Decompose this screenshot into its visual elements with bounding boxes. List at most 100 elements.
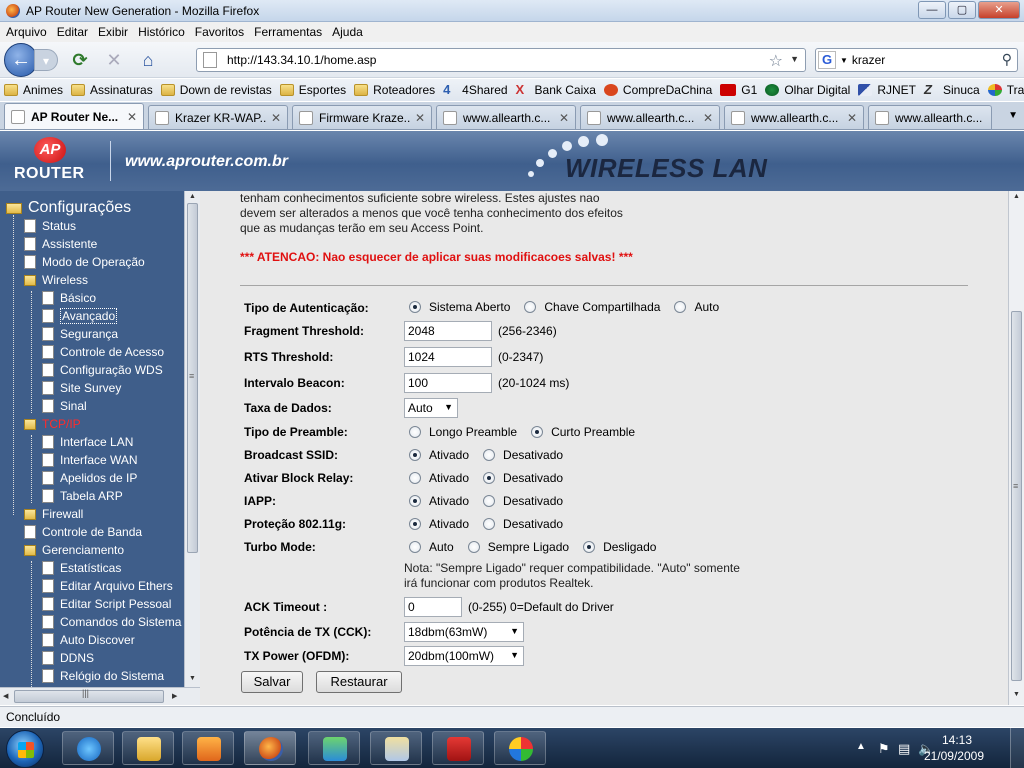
search-engine-dropdown-icon[interactable]: ▼: [840, 56, 848, 65]
scroll-up-icon[interactable]: ▲: [189, 193, 196, 200]
sidebar-item-tcpip[interactable]: TCP/IP: [24, 415, 81, 433]
main-vertical-scrollbar[interactable]: ▲ ≡ ▼: [1008, 191, 1024, 705]
sidebar-item-interface-wan[interactable]: Interface WAN: [42, 451, 138, 469]
taskbar-messenger[interactable]: [308, 731, 360, 765]
taskbar-paint[interactable]: [494, 731, 546, 765]
close-tab-icon[interactable]: ✕: [415, 111, 425, 125]
url-bar[interactable]: ☆ ▼: [196, 48, 806, 72]
maximize-button[interactable]: ▢: [948, 1, 976, 19]
data-rate-select[interactable]: Auto ▼: [404, 398, 458, 418]
search-icon[interactable]: ⚲: [1002, 51, 1012, 68]
broadcast-ssid-on-radio[interactable]: [409, 449, 421, 461]
taskbar-control-panel[interactable]: [370, 731, 422, 765]
preamble-short-radio[interactable]: [531, 426, 544, 438]
bookmark-compredachina[interactable]: CompreDaChina: [603, 83, 712, 97]
search-bar[interactable]: G ▼ ⚲: [815, 48, 1018, 72]
search-input[interactable]: [851, 53, 992, 67]
reload-icon[interactable]: ⟳: [68, 48, 92, 72]
tab-allearth-1[interactable]: www.allearth.c... ✕: [436, 105, 576, 129]
sidebar-item-ddns[interactable]: DDNS: [42, 649, 94, 667]
menu-ferramentas[interactable]: Ferramentas: [254, 25, 322, 39]
stop-icon[interactable]: ✕: [102, 48, 126, 72]
beacon-interval-input[interactable]: [404, 373, 492, 393]
google-icon[interactable]: G: [818, 51, 836, 69]
close-tab-icon[interactable]: ✕: [127, 110, 137, 124]
forward-button[interactable]: ▾: [34, 48, 58, 71]
sidebar-vertical-scrollbar[interactable]: ▲ ≡ ▼: [184, 191, 200, 687]
scroll-down-icon[interactable]: ▼: [1013, 691, 1020, 698]
protection-on-radio[interactable]: [409, 518, 421, 530]
close-tab-icon[interactable]: ✕: [847, 111, 857, 125]
tab-allearth-3[interactable]: www.allearth.c... ✕: [724, 105, 864, 129]
auth-shared-radio[interactable]: [524, 301, 537, 313]
taskbar-explorer[interactable]: [122, 731, 174, 765]
sidebar-item-gerenciamento[interactable]: Gerenciamento: [24, 541, 124, 559]
bookmark-star-icon[interactable]: ☆: [769, 51, 783, 71]
sidebar-horizontal-scrollbar[interactable]: ◀ ||| ▶: [0, 687, 200, 705]
list-all-tabs-icon[interactable]: ▼: [1008, 110, 1018, 121]
close-button[interactable]: ✕: [978, 1, 1020, 19]
turbo-always-radio[interactable]: [467, 541, 480, 553]
preamble-long-radio[interactable]: [409, 426, 421, 438]
turbo-off-radio[interactable]: [583, 541, 596, 553]
block-relay-on-radio[interactable]: [409, 472, 421, 484]
protection-off-radio[interactable]: [483, 518, 496, 530]
sidebar-item-modo-de-operacao[interactable]: Modo de Operação: [24, 253, 145, 271]
sidebar-item-avancado[interactable]: Avançado: [42, 307, 118, 325]
tab-krazer[interactable]: Krazer KR-WAP... ✕: [148, 105, 288, 129]
scroll-right-icon[interactable]: ▶: [172, 692, 177, 700]
sidebar-item-basico[interactable]: Básico: [42, 289, 96, 307]
sidebar-item-estatisticas[interactable]: Estatísticas: [42, 559, 121, 577]
start-button[interactable]: [6, 730, 44, 768]
bookmark-esportes[interactable]: Esportes: [279, 83, 346, 97]
iapp-on-radio[interactable]: [409, 495, 421, 507]
save-button[interactable]: Salvar: [241, 671, 303, 693]
bookmark-down-de-revistas[interactable]: Down de revistas: [160, 83, 272, 97]
home-icon[interactable]: ⌂: [136, 48, 160, 72]
sidebar-item-controle-de-banda[interactable]: Controle de Banda: [24, 523, 142, 541]
show-hidden-icons-icon[interactable]: ▲: [856, 741, 866, 752]
sidebar-item-site-survey[interactable]: Site Survey: [42, 379, 121, 397]
tab-ap-router[interactable]: AP Router Ne... ✕: [4, 103, 144, 129]
iapp-off-radio[interactable]: [483, 495, 496, 507]
main-scroll-thumb[interactable]: [1011, 311, 1022, 681]
sidebar-item-assistente[interactable]: Assistente: [24, 235, 97, 253]
clock-time[interactable]: 14:13: [942, 733, 972, 747]
bookmark-rjnet[interactable]: RJNET: [858, 83, 916, 97]
broadcast-ssid-off-radio[interactable]: [483, 449, 496, 461]
sidebar-item-sinal[interactable]: Sinal: [42, 397, 87, 415]
sidebar-item-wireless[interactable]: Wireless: [24, 271, 88, 289]
tx-power-ofdm-select[interactable]: 20dbm(100mW) ▼: [404, 646, 524, 666]
menu-favoritos[interactable]: Favoritos: [195, 25, 244, 39]
sidebar-item-auto-discover[interactable]: Auto Discover: [42, 631, 135, 649]
taskbar-firefox[interactable]: [244, 731, 296, 765]
sidebar-item-status[interactable]: Status: [24, 217, 76, 235]
taskbar-internet-explorer[interactable]: [62, 731, 114, 765]
close-tab-icon[interactable]: ✕: [559, 111, 569, 125]
close-tab-icon[interactable]: ✕: [271, 111, 281, 125]
back-button[interactable]: ←: [4, 42, 38, 77]
bookmark-assinaturas[interactable]: Assinaturas: [71, 83, 153, 97]
url-dropdown-icon[interactable]: ▼: [790, 54, 799, 64]
tab-allearth-4[interactable]: www.allearth.c...: [868, 105, 992, 129]
taskbar-media-player[interactable]: [182, 731, 234, 765]
sidebar-item-comandos-do-sistema[interactable]: Comandos do Sistema: [42, 613, 181, 631]
block-relay-off-radio[interactable]: [483, 472, 496, 484]
turbo-auto-radio[interactable]: [409, 541, 421, 553]
auth-auto-radio[interactable]: [674, 301, 687, 313]
restore-button[interactable]: Restaurar: [316, 671, 402, 693]
clock-date[interactable]: 21/09/2009: [924, 749, 984, 763]
scroll-left-icon[interactable]: ◀: [3, 692, 8, 700]
bookmark-g1[interactable]: G1: [720, 83, 757, 97]
bookmark-sinuca[interactable]: Z Sinuca: [924, 83, 980, 97]
sidebar-item-controle-de-acesso[interactable]: Controle de Acesso: [42, 343, 164, 361]
menu-arquivo[interactable]: Arquivo: [6, 25, 47, 39]
auth-open-radio[interactable]: [409, 301, 421, 313]
menu-exibir[interactable]: Exibir: [98, 25, 128, 39]
show-desktop-button[interactable]: [1010, 728, 1024, 768]
sidebar-item-tabela-arp[interactable]: Tabela ARP: [42, 487, 123, 505]
tab-allearth-2[interactable]: www.allearth.c... ✕: [580, 105, 720, 129]
bookmark-olhar-digital[interactable]: Olhar Digital: [765, 83, 850, 97]
bookmark-4shared[interactable]: 4 4Shared: [443, 83, 507, 97]
bookmark-animes[interactable]: Animes: [4, 83, 63, 97]
